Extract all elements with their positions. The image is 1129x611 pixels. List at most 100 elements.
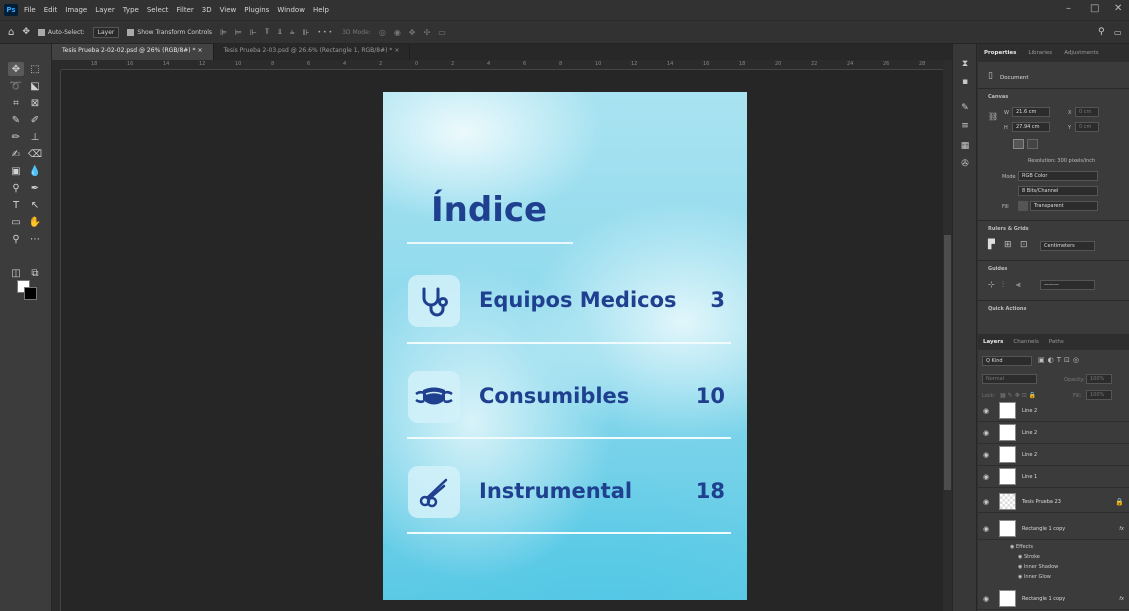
effect-inner-shadow[interactable]: ◉ Inner Shadow bbox=[1018, 564, 1058, 570]
guides-add-icon[interactable]: ⫷ bbox=[1016, 280, 1021, 290]
menu-plugins[interactable]: Plugins bbox=[244, 6, 269, 14]
minimize-button[interactable]: – bbox=[1066, 3, 1071, 14]
tab-libraries[interactable]: Libraries bbox=[1022, 50, 1058, 56]
eraser-tool-icon[interactable]: ⌫ bbox=[27, 147, 43, 161]
maximize-button[interactable]: □ bbox=[1090, 3, 1099, 14]
menu-view[interactable]: View bbox=[220, 6, 237, 14]
tab-properties[interactable]: Properties bbox=[978, 50, 1022, 56]
lasso-tool-icon[interactable]: ➰ bbox=[8, 79, 24, 93]
history-panel-icon[interactable]: ⧗ bbox=[959, 58, 971, 70]
opacity-field[interactable]: 100% bbox=[1086, 374, 1112, 384]
3d-roll-icon[interactable]: ◉ bbox=[394, 28, 401, 37]
ruler-toggle-icon[interactable]: ▛ bbox=[988, 240, 995, 250]
photoshop-logo[interactable]: Ps bbox=[4, 4, 18, 16]
layer-row[interactable]: ◉ Tesis Prueba 23 🔒 bbox=[978, 491, 1129, 513]
blur-tool-icon[interactable]: 💧 bbox=[27, 164, 43, 178]
menu-window[interactable]: Window bbox=[277, 6, 305, 14]
3d-panel-icon[interactable]: ✇ bbox=[959, 158, 971, 170]
bit-depth-dropdown[interactable]: 8 Bits/Channel bbox=[1018, 186, 1098, 196]
align-top-icon[interactable]: ⫪ bbox=[265, 27, 270, 37]
tab-layers[interactable]: Layers bbox=[978, 339, 1008, 345]
layer-row[interactable]: ◉ Line 1 bbox=[978, 466, 1129, 488]
effect-inner-glow[interactable]: ◉ Inner Glow bbox=[1018, 574, 1051, 580]
menu-3d[interactable]: 3D bbox=[202, 6, 212, 14]
distribute-icon[interactable]: ⊪ bbox=[303, 28, 310, 37]
guides-show-icon[interactable]: ⫶ bbox=[1002, 280, 1004, 290]
adjustments-panel-icon[interactable]: ≡ bbox=[959, 120, 971, 132]
vertical-ruler[interactable] bbox=[52, 70, 61, 611]
type-tool-icon[interactable]: T bbox=[8, 198, 24, 212]
lock-icons[interactable]: ▦✎✥⊡🔒 bbox=[1000, 392, 1038, 399]
3d-pan-icon[interactable]: ✥ bbox=[409, 28, 416, 37]
search-icon[interactable]: ⚲ bbox=[1098, 27, 1105, 37]
move-tool-icon[interactable]: ✥ bbox=[8, 62, 24, 76]
history-brush-tool-icon[interactable]: ✍ bbox=[8, 147, 24, 161]
frame-tool-icon[interactable]: ⊠ bbox=[27, 96, 43, 110]
layer-fx-badge[interactable]: fx bbox=[1119, 596, 1124, 602]
home-icon[interactable]: ⌂ bbox=[8, 27, 14, 38]
canvas-section-header[interactable]: Canvas bbox=[978, 94, 1008, 100]
fill-opacity-field[interactable]: 100% bbox=[1086, 390, 1112, 400]
layer-fx-badge[interactable]: fx bbox=[1119, 526, 1124, 532]
guides-header[interactable]: Guides bbox=[978, 266, 1007, 272]
more-options-button[interactable]: ••• bbox=[317, 29, 334, 36]
path-selection-tool-icon[interactable]: ↖ bbox=[27, 198, 43, 212]
vertical-scrollbar[interactable] bbox=[943, 60, 952, 611]
layer-filter-dropdown[interactable]: Q Kind bbox=[982, 356, 1032, 366]
screen-mode-icon[interactable]: ⧉ bbox=[27, 266, 43, 280]
move-tool-icon[interactable]: ✥ bbox=[22, 27, 30, 37]
layer-row[interactable]: ◉ Rectangle 1 copy fx bbox=[978, 518, 1129, 540]
menu-image[interactable]: Image bbox=[65, 6, 87, 14]
crop-tool-icon[interactable]: ⌗ bbox=[8, 96, 24, 110]
landscape-orientation-button[interactable] bbox=[1027, 139, 1038, 149]
menu-type[interactable]: Type bbox=[123, 6, 139, 14]
visibility-eye-icon[interactable]: ◉ bbox=[983, 407, 993, 415]
artboard-tool-icon[interactable]: ⬚ bbox=[27, 62, 43, 76]
3d-slide-icon[interactable]: ✣ bbox=[424, 28, 431, 37]
close-tab-icon[interactable]: × bbox=[394, 47, 399, 54]
3d-scale-icon[interactable]: ▭ bbox=[438, 28, 446, 37]
tab-paths[interactable]: Paths bbox=[1044, 339, 1069, 345]
eyedropper-tool-icon[interactable]: ✎ bbox=[8, 113, 24, 127]
y-field[interactable]: 0 cm bbox=[1075, 122, 1099, 132]
layer-row[interactable]: ◉ Line 2 bbox=[978, 422, 1129, 444]
menu-select[interactable]: Select bbox=[147, 6, 169, 14]
x-field[interactable]: 0 cm bbox=[1075, 107, 1099, 117]
guides-lock-icon[interactable]: ⊹ bbox=[988, 280, 995, 289]
align-center-icon[interactable]: ⊨ bbox=[235, 28, 242, 37]
menu-filter[interactable]: Filter bbox=[176, 6, 193, 14]
canvas-area[interactable]: Índice Equipos Medicos 3 Consumibles 10 … bbox=[61, 70, 943, 611]
rectangle-tool-icon[interactable]: ▭ bbox=[8, 215, 24, 229]
portrait-orientation-button[interactable] bbox=[1013, 139, 1024, 149]
comments-panel-icon[interactable]: ▪ bbox=[959, 76, 971, 88]
close-window-button[interactable]: ✕ bbox=[1114, 3, 1122, 14]
width-field[interactable]: 21.6 cm bbox=[1012, 107, 1050, 117]
horizontal-ruler[interactable]: 18 16 14 12 10 8 6 4 2 0 2 4 6 8 10 12 14 16 18 20 22 24 26 28 bbox=[61, 60, 943, 70]
visibility-eye-icon[interactable]: ◉ bbox=[983, 473, 993, 481]
gradient-tool-icon[interactable]: ▣ bbox=[8, 164, 24, 178]
healing-brush-tool-icon[interactable]: ✐ bbox=[27, 113, 43, 127]
scrollbar-thumb[interactable] bbox=[944, 235, 951, 490]
fill-dropdown[interactable]: Transparent bbox=[1030, 201, 1098, 211]
brush-tool-icon[interactable]: ✏ bbox=[8, 130, 24, 144]
layer-row[interactable]: ◉ Line 2 bbox=[978, 400, 1129, 422]
layer-row[interactable]: ◉ Rectangle 1 copy fx bbox=[978, 588, 1129, 610]
transform-controls-checkbox[interactable]: Show Transform Controls bbox=[127, 28, 212, 36]
brush-settings-icon[interactable]: ✎ bbox=[959, 102, 971, 114]
layer-row[interactable]: ◉ Line 2 bbox=[978, 444, 1129, 466]
hand-tool-icon[interactable]: ✋ bbox=[27, 215, 43, 229]
object-select-tool-icon[interactable]: ⬕ bbox=[27, 79, 43, 93]
layer-filter-icons[interactable]: ▣◐T⊡◎ bbox=[1038, 356, 1082, 364]
background-color-swatch[interactable] bbox=[24, 287, 37, 300]
visibility-eye-icon[interactable]: ◉ bbox=[983, 451, 993, 459]
tab-adjustments[interactable]: Adjustments bbox=[1058, 50, 1104, 56]
pixel-grid-icon[interactable]: ⊡ bbox=[1020, 240, 1028, 250]
quick-actions-header[interactable]: Quick Actions bbox=[978, 306, 1026, 312]
guide-color-dropdown[interactable]: ——— bbox=[1040, 280, 1095, 290]
document-canvas[interactable]: Índice Equipos Medicos 3 Consumibles 10 … bbox=[383, 92, 747, 600]
menu-edit[interactable]: Edit bbox=[44, 6, 58, 14]
align-middle-icon[interactable]: ⫫ bbox=[278, 27, 283, 37]
visibility-eye-icon[interactable]: ◉ bbox=[983, 498, 993, 506]
menu-help[interactable]: Help bbox=[313, 6, 329, 14]
ruler-corner[interactable] bbox=[52, 60, 61, 70]
